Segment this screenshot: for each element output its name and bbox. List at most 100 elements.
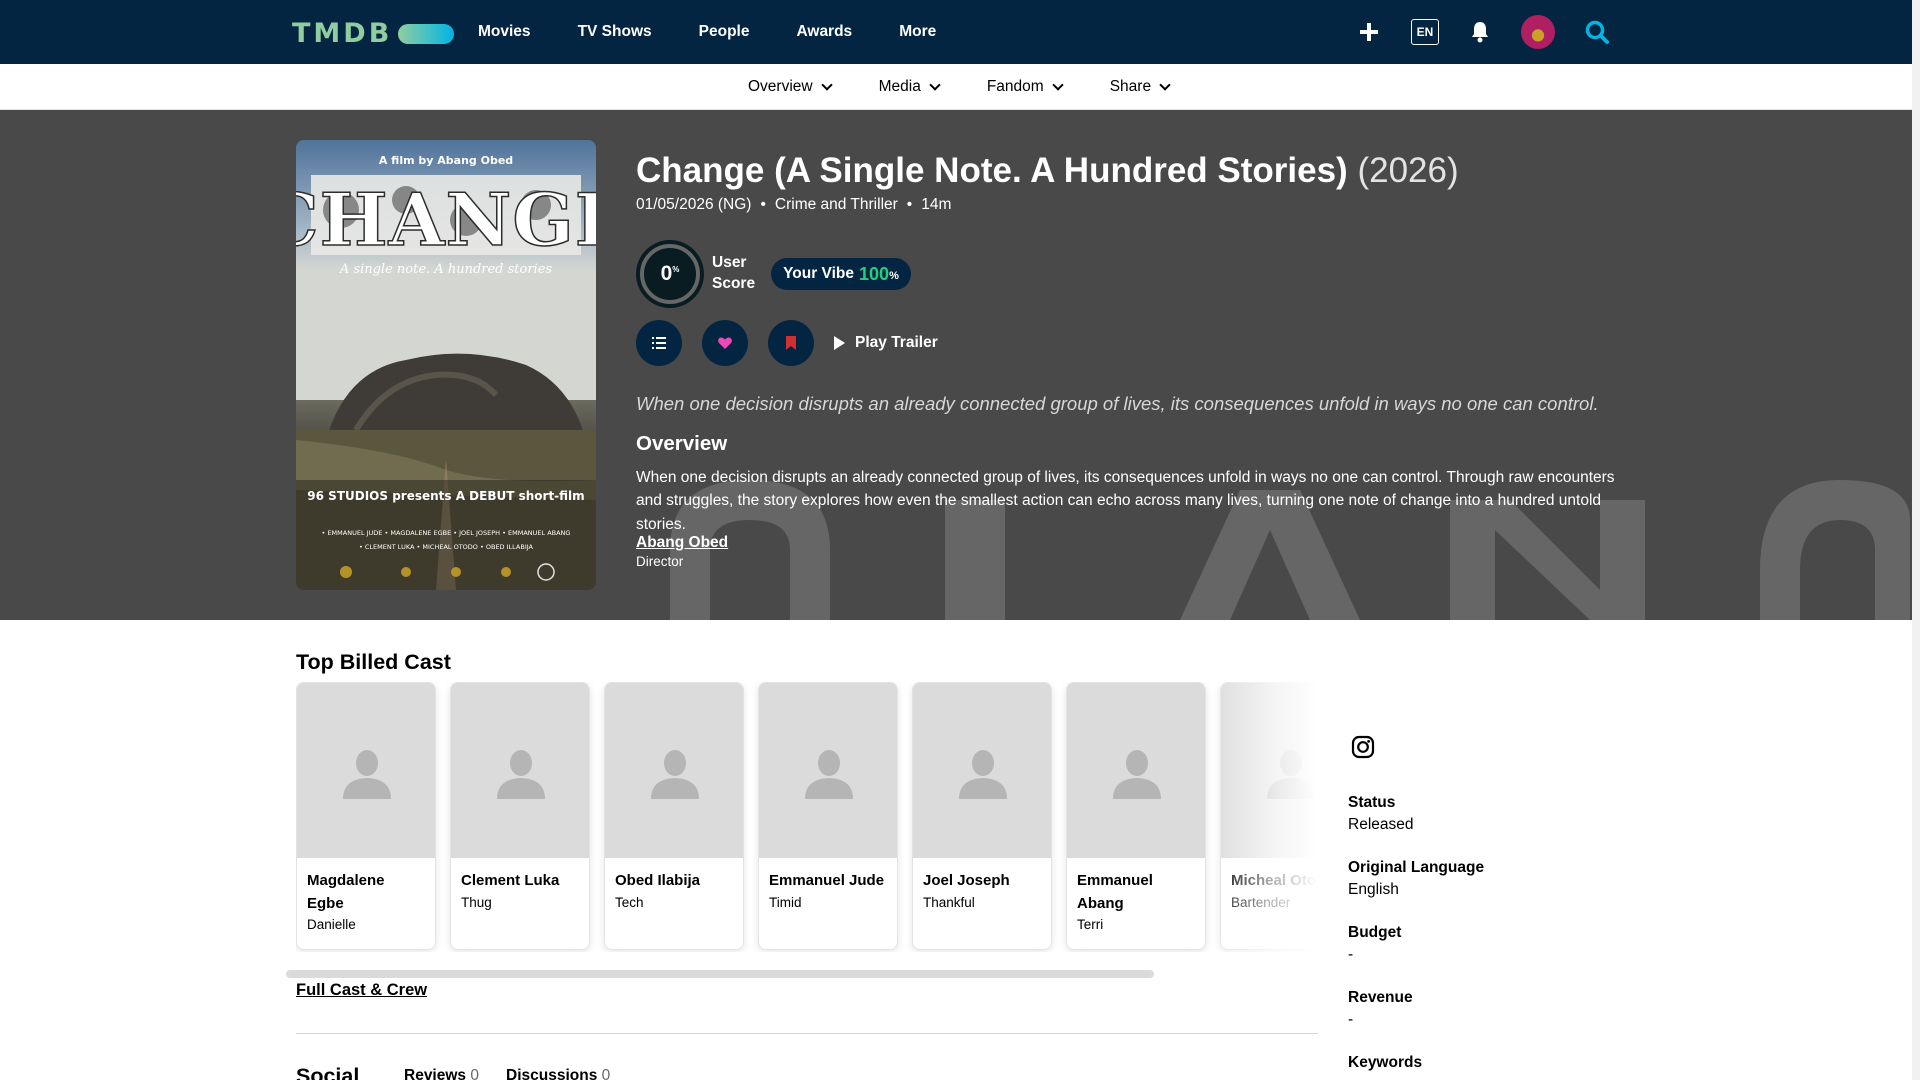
genres[interactable]: Crime and Thriller	[775, 196, 898, 214]
cast-name[interactable]: Joel Joseph	[923, 870, 1041, 893]
subnav-media-label: Media	[878, 78, 921, 95]
title-block: Change (A Single Note. A Hundred Stories…	[636, 150, 1636, 214]
top-navbar: TMDB Movies TV Shows People Awards More …	[0, 0, 1912, 64]
cast-card[interactable]: Emmanuel Jude Timid	[758, 682, 898, 950]
cast-list: Magdalene Egbe Danielle Clement Luka Thug Ob…	[296, 682, 1316, 950]
cast-photo-placeholder[interactable]	[913, 683, 1051, 858]
poster-word: CHANGE	[296, 177, 596, 262]
budget-value: -	[1348, 946, 1354, 963]
overview-heading: Overview	[636, 432, 728, 455]
play-trailer-button[interactable]: Play Trailer	[834, 334, 938, 352]
tab-discussions[interactable]: Discussions 0	[506, 1067, 610, 1080]
cast-card[interactable]: Clement Luka Thug	[450, 682, 590, 950]
movie-header: A film by Abang Obed CHANGE A single not…	[0, 110, 1912, 620]
chevron-down-icon	[820, 78, 833, 91]
poster-starring-2: • CLEMENT LUKA • MICHEAL OTODO • OBED IL…	[359, 543, 534, 551]
director-name[interactable]: Abang Obed	[636, 534, 728, 552]
vibe-label: Your Vibe	[783, 265, 855, 282]
cast-scrollbar[interactable]	[286, 970, 1154, 978]
page-scrollbar[interactable]	[1912, 0, 1920, 1080]
subnav-overview[interactable]: Overview	[748, 78, 833, 96]
plus-icon[interactable]	[1357, 20, 1381, 44]
vibe-percent: %	[889, 270, 899, 282]
subnav-share[interactable]: Share	[1109, 78, 1171, 96]
cast-scroller[interactable]: Magdalene Egbe Danielle Clement Luka Thug Ob…	[296, 682, 1316, 952]
tab-reviews[interactable]: Reviews 0	[404, 1067, 479, 1080]
user-score-value: 0%	[660, 262, 680, 285]
cast-name[interactable]: Clement Luka	[461, 870, 579, 893]
revenue-value: -	[1348, 1011, 1354, 1028]
cast-character: Danielle	[307, 917, 356, 932]
nav-movies[interactable]: Movies	[478, 23, 531, 41]
release-date: 01/05/2026 (NG)	[636, 196, 752, 213]
poster-artwork: A film by Abang Obed CHANGE A single not…	[296, 140, 596, 590]
cast-card[interactable]: Joel Joseph Thankful	[912, 682, 1052, 950]
cast-name[interactable]: Magdalene Egbe	[307, 870, 425, 915]
nav-more[interactable]: More	[899, 23, 936, 41]
instagram-icon[interactable]	[1351, 735, 1375, 759]
subnav-share-label: Share	[1109, 78, 1152, 95]
logo-text: TMDB	[292, 18, 393, 49]
heart-icon	[718, 337, 732, 349]
movie-title-text[interactable]: Change (A Single Note. A Hundred Stories…	[636, 151, 1348, 190]
user-score-label: User Score	[712, 254, 756, 292]
person-placeholder-icon	[1113, 749, 1161, 799]
cast-card[interactable]: Magdalene Egbe Danielle	[296, 682, 436, 950]
cast-card[interactable]: Emmanuel Abang Terri	[1066, 682, 1206, 950]
person-placeholder-icon	[959, 749, 1007, 799]
revenue-label: Revenue	[1348, 989, 1413, 1006]
main-nav: Movies TV Shows People Awards More	[478, 0, 983, 64]
movie-title: Change (A Single Note. A Hundred Stories…	[636, 150, 1636, 192]
movie-facts: 01/05/2026 (NG) • Crime and Thriller • 1…	[636, 196, 952, 214]
nav-awards[interactable]: Awards	[796, 23, 852, 41]
social-heading: Social	[296, 1064, 360, 1080]
cast-heading: Top Billed Cast	[296, 650, 451, 674]
nav-tv-shows[interactable]: TV Shows	[578, 23, 652, 41]
section-divider	[296, 1033, 1318, 1034]
language-button[interactable]: EN	[1411, 19, 1439, 45]
cast-character: Timid	[769, 894, 802, 910]
director-role: Director	[636, 554, 684, 569]
status-label: Status	[1348, 794, 1396, 811]
keywords-label: Keywords	[1348, 1054, 1423, 1071]
release-year: (2026)	[1357, 151, 1459, 190]
add-to-list-button[interactable]	[636, 320, 682, 366]
play-icon	[834, 336, 845, 350]
cast-photo-placeholder[interactable]	[297, 683, 435, 858]
subnav-fandom[interactable]: Fandom	[986, 78, 1064, 96]
watchlist-button[interactable]	[768, 320, 814, 366]
search-icon[interactable]	[1584, 19, 1610, 45]
cast-photo-placeholder[interactable]	[605, 683, 743, 858]
cast-name[interactable]: Emmanuel Abang	[1077, 870, 1195, 915]
full-cast-link[interactable]: Full Cast & Crew	[296, 981, 427, 1000]
language-label: Original Language	[1348, 859, 1485, 876]
cast-photo-placeholder[interactable]	[451, 683, 589, 858]
movie-poster[interactable]: A film by Abang Obed CHANGE A single not…	[296, 140, 596, 590]
poster-starring-1: • EMMANUEL JUDE • MAGDALENE EGBE • JOEL …	[322, 529, 571, 537]
cast-character: Terri	[1077, 917, 1104, 932]
vibe-value: 100	[859, 263, 890, 284]
cast-card[interactable]: Obed Ilabija Tech	[604, 682, 744, 950]
nav-people[interactable]: People	[699, 23, 750, 41]
favorite-button[interactable]	[702, 320, 748, 366]
cast-character: Tech	[615, 894, 644, 910]
tmdb-logo[interactable]: TMDB	[292, 18, 455, 49]
sub-navbar: Overview Media Fandom Share	[0, 64, 1912, 110]
cast-name[interactable]: Obed Ilabija	[615, 870, 733, 893]
cast-fade	[1208, 682, 1316, 952]
user-avatar[interactable]	[1521, 15, 1555, 49]
your-vibe-badge[interactable]: Your Vibe 100 %	[771, 258, 911, 290]
cast-photo-placeholder[interactable]	[1067, 683, 1205, 858]
chevron-down-icon	[929, 78, 941, 91]
cast-character: Thug	[461, 894, 492, 910]
cast-name[interactable]: Emmanuel Jude	[769, 870, 887, 893]
budget-label: Budget	[1348, 924, 1402, 941]
subnav-fandom-label: Fandom	[986, 78, 1044, 95]
bell-icon[interactable]	[1470, 20, 1490, 44]
facts-sidebar: Status Released Original Language Englis…	[1348, 735, 1648, 1076]
cast-photo-placeholder[interactable]	[759, 683, 897, 858]
subnav-media[interactable]: Media	[878, 78, 941, 96]
person-placeholder-icon	[651, 749, 699, 799]
user-score-chart[interactable]: 0%	[636, 240, 704, 308]
discussions-count: 0	[601, 1067, 611, 1080]
